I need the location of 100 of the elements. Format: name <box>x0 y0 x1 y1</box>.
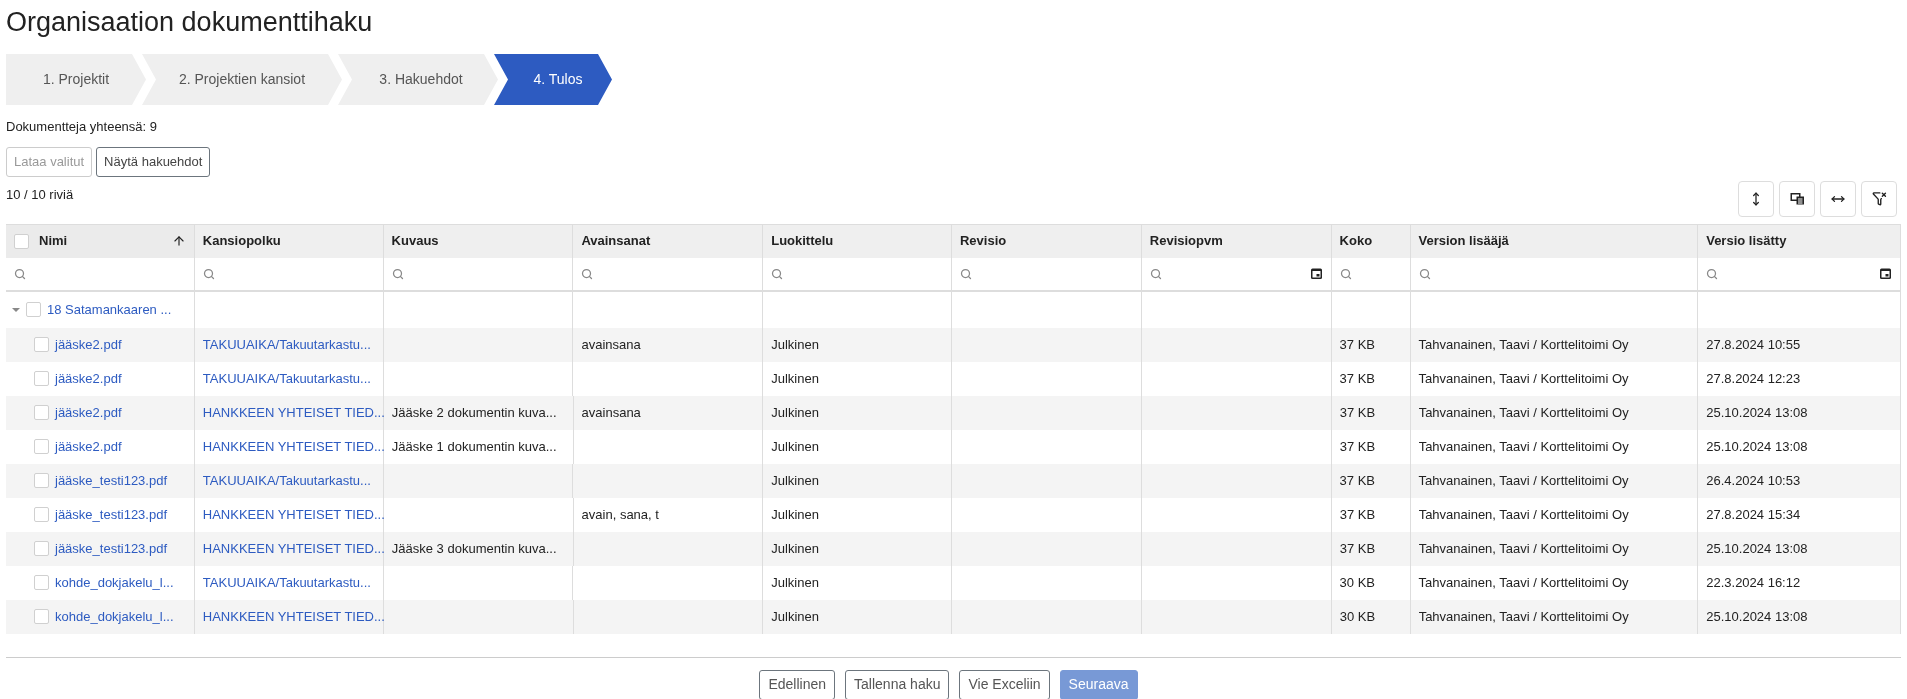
table-cell-text: 37 KB <box>1339 335 1376 354</box>
table-cell-text: 22.3.2024 16:12 <box>1706 573 1801 592</box>
filter-clear-icon <box>1871 191 1887 206</box>
checkbox[interactable] <box>34 371 49 386</box>
checkbox[interactable] <box>14 233 29 249</box>
table-cell-text: Julkinen <box>771 369 819 388</box>
header-cell[interactable]: Avainsanat <box>573 224 764 258</box>
table-cell-text: Julkinen <box>771 505 820 524</box>
header-cell[interactable]: Revisio <box>952 224 1142 258</box>
search-icon <box>581 267 594 280</box>
search-icon <box>960 267 972 280</box>
checkbox[interactable] <box>34 507 49 522</box>
wizard-step[interactable]: 4. Tulos <box>494 54 612 105</box>
table-link[interactable]: TAKUUAIKA/Takuutarkastu... <box>202 334 371 355</box>
table-cell-text: Julkinen <box>771 335 819 354</box>
checkbox[interactable] <box>34 541 49 556</box>
table-link[interactable]: jääske2.pdf <box>55 436 122 457</box>
header-cell[interactable]: Koko <box>1331 224 1411 258</box>
table-cell-text: 37 KB <box>1339 539 1376 558</box>
table-link[interactable]: HANKKEEN YHTEISET TIED... <box>202 436 385 457</box>
table-cell-text: 30 KB <box>1339 573 1376 592</box>
table-link[interactable]: jääske_testi123.pdf <box>55 538 168 559</box>
table-link[interactable]: TAKUUAIKA/Takuutarkastu... <box>202 470 371 491</box>
header-cell[interactable]: Revisiopvm <box>1141 224 1332 258</box>
column-header: Revisiopvm <box>1149 232 1223 251</box>
table-cell-text: 27.8.2024 15:34 <box>1706 505 1801 524</box>
table-link[interactable]: TAKUUAIKA/Takuutarkastu... <box>202 368 371 389</box>
table-cell-text: Tahvanainen, Taavi / Korttelitoimi Oy <box>1418 335 1629 354</box>
table-link[interactable]: HANKKEEN YHTEISET TIED... <box>202 402 385 423</box>
table-link[interactable]: kohde_dokjakelu_l... <box>55 572 174 593</box>
table-cell-text: Julkinen <box>771 403 820 422</box>
table-link[interactable]: HANKKEEN YHTEISET TIED... <box>202 504 385 525</box>
footer-button[interactable]: Tallenna haku <box>845 669 950 699</box>
table-cell-text: Tahvanainen, Taavi / Korttelitoimi Oy <box>1418 471 1629 490</box>
toolbar-button[interactable] <box>1820 180 1856 217</box>
document-total: Dokumentteja yhteensä: 9 <box>6 118 159 136</box>
calendar-icon[interactable] <box>1878 267 1892 280</box>
checkbox[interactable] <box>34 575 49 590</box>
table-cell-text: Jääske 3 dokumentin kuva... <box>391 539 557 558</box>
header-cell[interactable]: Nimi <box>6 224 195 258</box>
table-link[interactable]: jääske_testi123.pdf <box>55 470 168 491</box>
table-link[interactable]: kohde_dokjakelu_l... <box>55 606 174 627</box>
checkbox[interactable] <box>26 302 41 317</box>
search-icon <box>1706 267 1719 280</box>
table-cell-text: Jääske 2 dokumentin kuva... <box>391 403 557 422</box>
table-link[interactable]: HANKKEEN YHTEISET TIED... <box>202 606 385 627</box>
group-link[interactable]: 18 Satamankaaren ... <box>47 299 172 320</box>
table-cell-text: Tahvanainen, Taavi / Korttelitoimi Oy <box>1418 539 1629 558</box>
table-cell-text: 27.8.2024 10:55 <box>1706 335 1801 354</box>
search-icon <box>771 267 784 280</box>
header-cell[interactable]: Kuvaus <box>383 224 574 258</box>
header-cell[interactable]: Kansiopolku <box>194 224 384 258</box>
table-link[interactable]: jääske2.pdf <box>55 368 122 389</box>
table-cell-text: Tahvanainen, Taavi / Korttelitoimi Oy <box>1418 573 1629 592</box>
footer-button[interactable]: Edellinen <box>759 669 836 699</box>
table-link[interactable]: HANKKEEN YHTEISET TIED... <box>202 538 385 559</box>
table-link[interactable]: jääske2.pdf <box>55 402 122 423</box>
header-cell[interactable]: Luokittelu <box>763 224 952 258</box>
table-cell-text: avainsana <box>581 403 641 422</box>
table-cell-text: 25.10.2024 13:08 <box>1706 607 1808 626</box>
header-cell[interactable]: Version lisääjä <box>1410 224 1699 258</box>
wizard-step[interactable]: 1. Projektit <box>6 54 146 105</box>
wizard-step[interactable]: 3. Hakuehdot <box>338 54 498 105</box>
table-cell-text: Julkinen <box>771 539 820 558</box>
calendar-icon[interactable] <box>1309 267 1323 280</box>
table-cell-text: Julkinen <box>771 607 820 626</box>
checkbox[interactable] <box>34 337 49 352</box>
table-cell-text: Tahvanainen, Taavi / Korttelitoimi Oy <box>1418 437 1629 456</box>
table-link[interactable]: TAKUUAIKA/Takuutarkastu... <box>202 572 371 593</box>
search-icon <box>202 267 215 280</box>
table-cell-text: Julkinen <box>771 471 819 490</box>
checkbox[interactable] <box>34 405 49 420</box>
table-cell-text: avain, sana, t <box>581 505 659 524</box>
toolbar-button[interactable] <box>1861 180 1897 217</box>
toolbar-button[interactable] <box>1779 180 1815 217</box>
footer-button[interactable]: Vie Exceliin <box>959 669 1050 699</box>
header-cell[interactable]: Versio lisätty <box>1698 224 1901 258</box>
table-link[interactable]: jääske2.pdf <box>55 334 122 355</box>
table-cell-text: 37 KB <box>1339 505 1376 524</box>
column-header: Kuvaus <box>391 232 439 251</box>
table-cell-text: Julkinen <box>771 437 820 456</box>
checkbox[interactable] <box>34 609 49 624</box>
table-cell-text: 25.10.2024 13:08 <box>1706 403 1808 422</box>
column-header: Koko <box>1339 232 1373 251</box>
search-icon <box>14 267 26 280</box>
column-header: Versio lisätty <box>1706 232 1787 251</box>
column-header: Luokittelu <box>771 232 834 251</box>
wizard-step[interactable]: 2. Projektien kansiot <box>142 54 342 105</box>
checkbox[interactable] <box>34 473 49 488</box>
table-link[interactable]: jääske_testi123.pdf <box>55 504 168 525</box>
checkbox[interactable] <box>34 439 49 454</box>
column-header: Version lisääjä <box>1418 232 1509 251</box>
caret-icon[interactable] <box>12 305 20 314</box>
action-button[interactable]: Näytä hakuehdot <box>96 146 211 177</box>
column-header: Avainsanat <box>581 232 651 251</box>
table-cell-text: Tahvanainen, Taavi / Korttelitoimi Oy <box>1418 505 1629 524</box>
column-header: Revisio <box>960 232 1007 251</box>
table-cell-text: Jääske 1 dokumentin kuva... <box>391 437 557 456</box>
column-header: Nimi <box>39 232 68 251</box>
table-cell-text: 30 KB <box>1339 607 1376 626</box>
